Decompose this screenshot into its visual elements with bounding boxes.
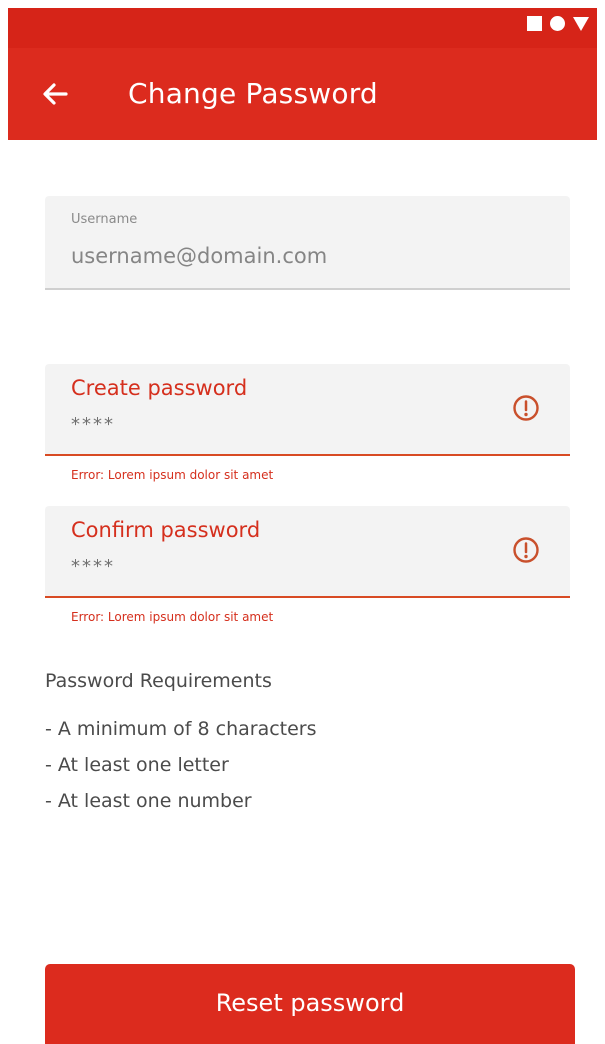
requirements-title: Password Requirements	[45, 670, 272, 692]
status-bar	[8, 8, 597, 48]
back-arrow-icon[interactable]	[38, 74, 72, 114]
square-icon	[527, 16, 542, 31]
app-bar: Change Password	[8, 48, 597, 140]
circle-icon	[550, 16, 565, 31]
status-icons	[527, 16, 589, 31]
confirm-password-error: Error: Lorem ipsum dolor sit amet	[71, 610, 274, 624]
requirement-item: - At least one letter	[45, 754, 229, 776]
confirm-password-value[interactable]: ****	[71, 556, 115, 577]
error-icon	[512, 394, 540, 422]
username-label: Username	[71, 212, 138, 227]
requirements-list: - A minimum of 8 characters - At least o…	[45, 716, 317, 824]
error-icon	[512, 536, 540, 564]
username-field[interactable]: Username username@domain.com	[45, 196, 570, 290]
create-password-label: Create password	[71, 376, 248, 400]
confirm-password-label: Confirm password	[71, 518, 261, 542]
requirement-item: - At least one number	[45, 790, 252, 812]
reset-password-button[interactable]: Reset password	[45, 964, 575, 1044]
page-title: Change Password	[128, 77, 378, 110]
username-value[interactable]: username@domain.com	[71, 244, 327, 268]
triangle-icon	[573, 16, 589, 31]
create-password-error: Error: Lorem ipsum dolor sit amet	[71, 468, 274, 482]
create-password-field[interactable]: Create password ****	[45, 364, 570, 456]
requirement-item: - A minimum of 8 characters	[45, 718, 317, 740]
confirm-password-field[interactable]: Confirm password ****	[45, 506, 570, 598]
create-password-value[interactable]: ****	[71, 414, 115, 435]
